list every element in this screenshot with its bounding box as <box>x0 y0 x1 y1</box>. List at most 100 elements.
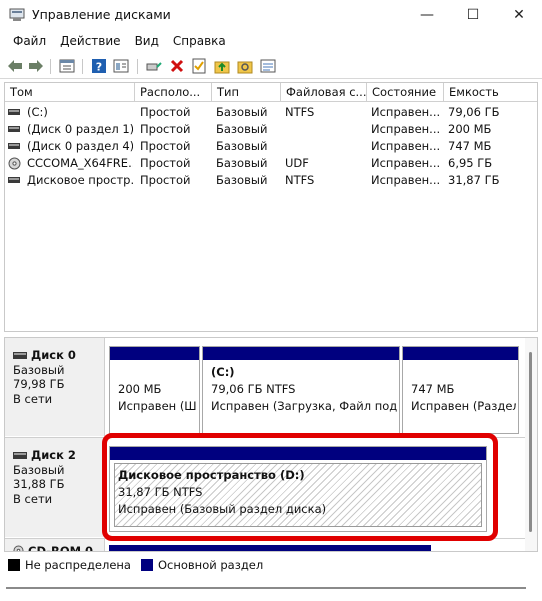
back-arrow-icon[interactable] <box>6 57 24 75</box>
volume-name: Дисковое простр... <box>27 173 133 187</box>
volume-layout: Простой <box>140 156 191 170</box>
table-row[interactable]: (Диск 0 раздел 1) Простой Базовый Исправ… <box>5 121 537 138</box>
partition-title: Дисковое пространство (D:) <box>118 468 305 482</box>
partition-bar <box>203 347 399 360</box>
volume-name: (C:) <box>27 105 48 119</box>
disk-name: Диск 0 <box>31 348 76 362</box>
legend: Не распределена Основной раздел <box>0 555 542 575</box>
column-header-capacity[interactable]: Емкость <box>444 83 537 102</box>
disk-state: В сети <box>13 391 53 406</box>
partition-recovery[interactable]: 747 МБ Исправен (Раздел <box>402 346 519 434</box>
volume-type: Базовый <box>216 122 268 136</box>
minimize-button[interactable]: — <box>404 0 450 30</box>
list-icon[interactable] <box>259 57 277 75</box>
volume-status: Исправен... <box>371 122 441 136</box>
column-header-volume[interactable]: Том <box>5 83 135 102</box>
volume-icon <box>8 109 20 115</box>
column-header-layout[interactable]: Располо... <box>135 83 212 102</box>
partition-storage-space-d[interactable]: Дисковое пространство (D:) 31,87 ГБ NTFS… <box>109 446 487 532</box>
disk-kind: Базовый <box>13 462 65 477</box>
menu-bar: Файл Действие Вид Справка <box>0 30 542 52</box>
volume-capacity: 6,95 ГБ <box>448 156 493 170</box>
table-row[interactable]: CCCOMA_X64FRE... Простой Базовый UDF Исп… <box>5 155 537 172</box>
forward-arrow-icon[interactable] <box>27 57 45 75</box>
scrollbar-thumb[interactable] <box>6 587 526 589</box>
scrollbar-thumb[interactable] <box>529 352 532 532</box>
volume-filesystem: NTFS <box>285 105 315 119</box>
volume-layout: Простой <box>140 173 191 187</box>
partition-size: 200 МБ <box>118 382 162 396</box>
properties-icon[interactable] <box>58 57 76 75</box>
menu-help[interactable]: Справка <box>166 30 233 52</box>
menu-view[interactable]: Вид <box>128 30 166 52</box>
partition-size: 31,87 ГБ NTFS <box>118 485 203 499</box>
close-button[interactable]: ✕ <box>496 0 542 30</box>
disk-icon <box>13 352 27 359</box>
menu-file[interactable]: Файл <box>6 30 53 52</box>
volume-capacity: 747 МБ <box>448 139 492 153</box>
table-row[interactable]: (Диск 0 раздел 4) Простой Базовый Исправ… <box>5 138 537 155</box>
toolbar: ? <box>0 53 542 79</box>
volume-icon <box>8 177 20 183</box>
disk-0-label[interactable]: Диск 0 Базовый 79,98 ГБ В сети <box>5 338 105 436</box>
volume-capacity: 31,87 ГБ <box>448 173 500 187</box>
disk-graphical-view[interactable]: Диск 0 Базовый 79,98 ГБ В сети 200 МБ Ис… <box>4 337 538 552</box>
volume-list[interactable]: Том Располо... Тип Файловая с... Состоян… <box>4 82 538 332</box>
partition-bar <box>110 347 199 360</box>
partition-c[interactable]: (C:) 79,06 ГБ NTFS Исправен (Загрузка, Ф… <box>202 346 400 434</box>
legend-swatch-unallocated <box>8 559 20 571</box>
search-folder-icon[interactable] <box>236 57 254 75</box>
maximize-button[interactable]: ☐ <box>450 0 496 30</box>
volume-type: Базовый <box>216 105 268 119</box>
volume-name: (Диск 0 раздел 4) <box>27 139 133 153</box>
volume-icon <box>8 143 20 149</box>
volume-type: Базовый <box>216 173 268 187</box>
cd-icon <box>8 157 21 170</box>
partition-status: Исправен (Ши <box>118 399 197 413</box>
legend-label: Не распределена <box>25 558 131 572</box>
volume-name: (Диск 0 раздел 1) <box>27 122 133 136</box>
column-header-filesystem[interactable]: Файловая с... <box>281 83 367 102</box>
partition-bar <box>110 447 486 460</box>
legend-primary: Основной раздел <box>140 558 263 572</box>
help-glyph: ? <box>96 61 102 74</box>
volume-status: Исправен... <box>371 139 441 153</box>
folder-up-icon[interactable] <box>213 57 231 75</box>
partition-efi[interactable]: 200 МБ Исправен (Ши <box>109 346 200 434</box>
column-header-type[interactable]: Тип <box>212 83 281 102</box>
toolbar-separator <box>137 59 138 74</box>
window-title: Управление дисками <box>32 7 171 22</box>
volume-name: CCCOMA_X64FRE... <box>27 156 133 170</box>
help-icon[interactable]: ? <box>90 57 108 75</box>
disk-state: В сети <box>13 491 53 506</box>
cd-icon <box>13 545 24 551</box>
partition-status: Исправен (Раздел <box>411 399 516 413</box>
partition-cdrom[interactable] <box>109 545 431 551</box>
volume-status: Исправен... <box>371 105 441 119</box>
table-row[interactable]: (C:) Простой Базовый NTFS Исправен... 79… <box>5 104 537 121</box>
delete-icon[interactable] <box>168 57 186 75</box>
title-bar: Управление дисками — ☐ ✕ <box>0 0 542 30</box>
volume-filesystem: UDF <box>285 156 309 170</box>
disk-size: 31,88 ГБ <box>13 477 65 491</box>
menu-action[interactable]: Действие <box>53 30 127 52</box>
partition-size: 747 МБ <box>411 382 455 396</box>
console-icon[interactable] <box>112 57 130 75</box>
vertical-scrollbar[interactable] <box>525 338 537 551</box>
table-row[interactable]: Дисковое простр... Простой Базовый NTFS … <box>5 172 537 189</box>
column-header-status[interactable]: Состояние <box>367 83 444 102</box>
volume-filesystem: NTFS <box>285 173 315 187</box>
cdrom-0-label[interactable]: CD-ROM 0 <box>5 539 105 551</box>
volume-icon <box>8 126 20 132</box>
partition-bar <box>109 545 431 551</box>
partition-title: (C:) <box>211 365 235 379</box>
horizontal-scrollbar[interactable] <box>6 580 536 596</box>
disk-2-label[interactable]: Диск 2 Базовый 31,88 ГБ В сети <box>5 438 105 537</box>
legend-unallocated: Не распределена <box>8 558 131 572</box>
partition-status: Исправен (Базовый раздел диска) <box>118 502 327 516</box>
disk-icon <box>13 452 27 459</box>
check-icon[interactable] <box>190 57 208 75</box>
toolbar-separator <box>82 59 83 74</box>
partition-bar <box>403 347 518 360</box>
connect-icon[interactable] <box>145 57 163 75</box>
